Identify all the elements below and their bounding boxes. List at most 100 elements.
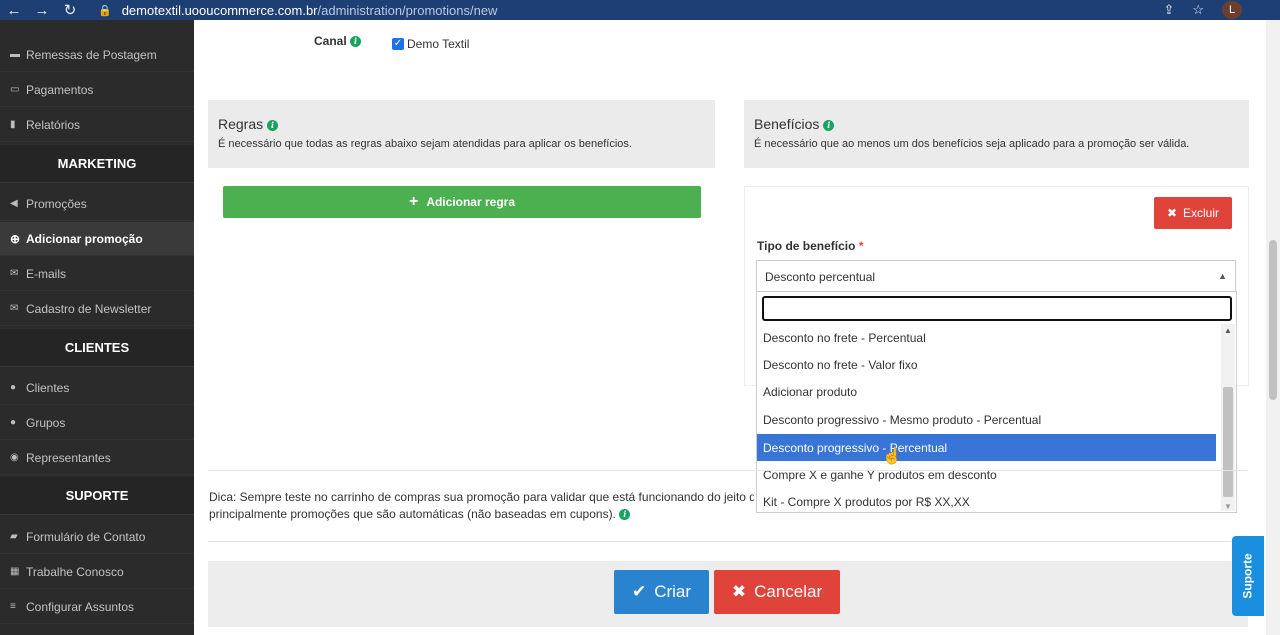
canal-checkbox[interactable]: ✓ (392, 38, 404, 50)
sidebar-item-label: Representantes (26, 450, 111, 465)
dropdown-search-input[interactable] (762, 296, 1232, 321)
dropdown-scrollbar-thumb[interactable] (1223, 387, 1233, 497)
sidebar-item-grupos[interactable]: ● Grupos (0, 406, 194, 440)
share-icon[interactable]: ⇪ (1163, 2, 1174, 18)
megaphone-icon: ◀ (10, 198, 18, 209)
plus-icon: + (408, 193, 419, 210)
close-icon: ✖ (731, 582, 747, 601)
user-circle-icon: ◉ (10, 452, 19, 463)
sidebar-item-trabalhe-conosco[interactable]: ▦ Trabalhe Conosco (0, 555, 194, 589)
profile-avatar[interactable]: L (1222, 1, 1242, 19)
create-button[interactable]: ✔ Criar (614, 570, 709, 614)
sidebar-item-label: Trabalhe Conosco (26, 564, 124, 579)
sidebar: ▬ Remessas de Postagem ▭ Pagamentos ▮ Re… (0, 20, 194, 635)
sidebar-item-promocoes[interactable]: ◀ Promoções (0, 187, 194, 221)
url-host: demotextil.uooucommerce.com.br (121, 2, 318, 18)
dropdown-option[interactable]: Kit - Compre X produtos por R$ XX,XX (757, 488, 1216, 515)
address-bar[interactable]: 🔒 demotextil.uooucommerce.com.br/adminis… (98, 3, 497, 18)
sidebar-item-label: Adicionar promoção (26, 231, 143, 246)
sidebar-item-representantes[interactable]: ◉ Representantes (0, 441, 194, 475)
add-rule-button[interactable]: + Adicionar regra (223, 186, 701, 218)
regras-description: É necessário que todas as regras abaixo … (218, 138, 632, 150)
required-mark: * (858, 239, 864, 253)
page-scrollbar-thumb[interactable] (1269, 240, 1277, 400)
sidebar-item-clientes[interactable]: ● Clientes (0, 371, 194, 405)
envelope-icon: ✉ (10, 303, 19, 314)
reload-icon[interactable]: ↻ (56, 1, 84, 19)
dropdown-option[interactable]: Desconto no frete - Percentual (757, 324, 1216, 351)
plus-circle-icon: ⊕ (10, 231, 21, 246)
sidebar-item-newsletter[interactable]: ✉ Cadastro de Newsletter (0, 292, 194, 326)
scroll-up-arrow-icon[interactable]: ▲ (1224, 326, 1232, 335)
comment-icon: ▰ (10, 531, 18, 542)
browser-toolbar: ← → ↻ 🔒 demotextil.uooucommerce.com.br/a… (0, 0, 1280, 20)
back-arrow-icon[interactable]: ← (0, 2, 28, 19)
info-icon: i (267, 119, 279, 131)
sidebar-item-label: Formulário de Contato (26, 529, 146, 544)
beneficios-title-text: Benefícios (754, 116, 820, 132)
caret-up-icon: ▲ (1218, 271, 1227, 281)
credit-card-icon: ▭ (10, 84, 20, 95)
sidebar-item-formulario-contato[interactable]: ▰ Formulário de Contato (0, 520, 194, 554)
sidebar-section-suporte: SUPORTE (0, 477, 194, 515)
divider (208, 470, 1248, 471)
dropdown-option[interactable]: Desconto no frete - Valor fixo (757, 351, 1216, 378)
divider (208, 541, 1248, 542)
sidebar-item-label: Grupos (26, 415, 66, 430)
dropdown-scrollbar[interactable]: ▲ ▼ (1221, 324, 1235, 511)
tipo-beneficio-selected: Desconto percentual (765, 270, 876, 284)
canal-option[interactable]: ✓ Demo Textil (392, 37, 469, 51)
add-rule-label: Adicionar regra (426, 195, 516, 209)
tipo-beneficio-label: Tipo de benefício * (757, 239, 863, 253)
dropdown-option-highlighted[interactable]: Desconto progressivo - Percentual (757, 434, 1216, 461)
bar-chart-icon: ▮ (10, 119, 16, 130)
sidebar-item-label: Remessas de Postagem (26, 47, 157, 62)
sidebar-item-adicionar-promocao[interactable]: ⊕ Adicionar promoção (0, 222, 194, 256)
regras-title-text: Regras (218, 116, 264, 132)
page-scrollbar[interactable] (1266, 20, 1280, 635)
lock-icon: 🔒 (98, 4, 112, 17)
sidebar-item-label: Configurar Assuntos (26, 599, 135, 614)
canal-option-label: Demo Textil (407, 37, 470, 51)
dica-line-2: principalmente promoções que são automát… (209, 506, 754, 523)
sidebar-item-label: Promoções (26, 196, 87, 211)
user-icon: ● (10, 382, 17, 393)
tipo-beneficio-select[interactable]: Desconto percentual ▲ (756, 260, 1236, 292)
dica-line-1: Dica: Sempre teste no carrinho de compra… (209, 490, 754, 504)
sidebar-item-pagamentos[interactable]: ▭ Pagamentos (0, 73, 194, 107)
regras-header: Regras i É necessário que todas as regra… (208, 100, 715, 168)
beneficios-header: Benefícios i É necessário que ao menos u… (744, 100, 1249, 168)
canal-label-text: Canal (314, 34, 347, 48)
dica-line-2-text: principalmente promoções que são automát… (209, 507, 616, 521)
support-tab-label: Suporte (1241, 553, 1255, 599)
support-tab[interactable]: Suporte (1232, 536, 1264, 616)
tipo-beneficio-dropdown: Desconto no frete - Percentual Desconto … (756, 291, 1237, 513)
delete-benefit-label: Excluir (1183, 206, 1220, 220)
sidebar-item-relatorios[interactable]: ▮ Relatórios (0, 108, 194, 142)
sidebar-section-marketing: MARKETING (0, 145, 194, 183)
info-icon: i (823, 119, 835, 131)
create-button-label: Criar (654, 582, 692, 601)
sidebar-item-label: Cadastro de Newsletter (26, 301, 152, 316)
envelope-icon: ✉ (10, 268, 19, 279)
dropdown-option[interactable]: Adicionar produto (757, 378, 1216, 405)
delete-benefit-button[interactable]: ✖ Excluir (1154, 197, 1232, 229)
dica-text: Dica: Sempre teste no carrinho de compra… (209, 489, 754, 523)
scroll-down-arrow-icon[interactable]: ▼ (1224, 502, 1232, 511)
sidebar-item-label: Pagamentos (26, 82, 94, 97)
cancel-button-label: Cancelar (754, 582, 823, 601)
cancel-button[interactable]: ✖ Cancelar (714, 570, 840, 614)
dropdown-options-list: Desconto no frete - Percentual Desconto … (757, 324, 1216, 512)
sidebar-item-emails[interactable]: ✉ E-mails (0, 257, 194, 291)
dropdown-option[interactable]: Desconto progressivo - Mesmo produto - P… (757, 406, 1216, 433)
sidebar-item-label: E-mails (26, 266, 67, 281)
forward-arrow-icon[interactable]: → (28, 2, 56, 19)
canal-label: Canal i (314, 34, 362, 48)
sidebar-item-remessas[interactable]: ▬ Remessas de Postagem (0, 38, 194, 72)
dropdown-option[interactable]: Compre X e ganhe Y produtos em desconto (757, 461, 1216, 488)
info-icon: i (619, 509, 631, 521)
bookmark-star-icon[interactable]: ☆ (1192, 2, 1204, 18)
sidebar-item-configurar-assuntos[interactable]: ≡ Configurar Assuntos (0, 590, 194, 624)
sidebar-item-label: Relatórios (26, 117, 81, 132)
sidebar-section-clientes: CLIENTES (0, 329, 194, 367)
